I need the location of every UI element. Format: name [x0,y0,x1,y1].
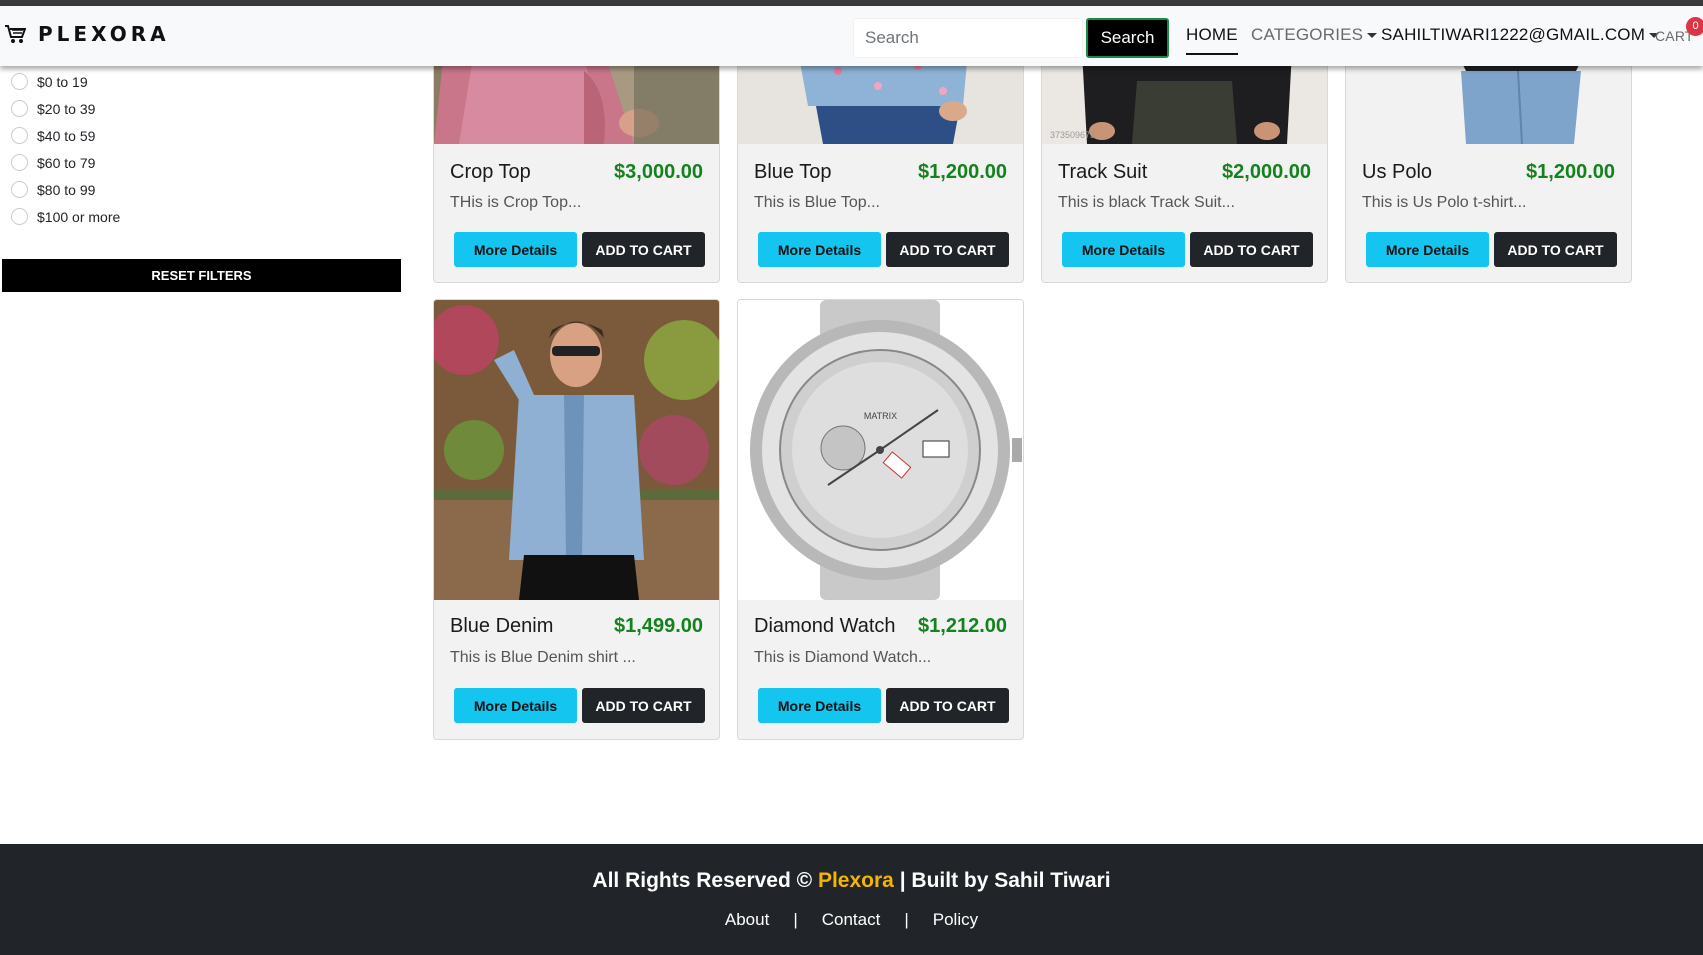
product-description: THis is Crop Top... [450,194,582,211]
price-filter-label: $60 to 79 [37,154,96,171]
nav-user-dropdown[interactable]: SAHILTIWARI1222@GMAIL.COM [1381,25,1660,45]
add-to-cart-button[interactable]: ADD TO CART [582,688,705,723]
price-filter-option[interactable]: $0 to 19 [11,73,88,90]
price-filter-option[interactable]: $40 to 59 [11,127,95,144]
nav-user-label: SAHILTIWARI1222@GMAIL.COM [1381,25,1646,44]
more-details-button[interactable]: More Details [1062,232,1185,267]
product-name: Us Polo [1362,161,1433,183]
search-input[interactable] [853,18,1083,58]
footer-link-policy[interactable]: Policy [933,910,978,929]
product-description: This is Blue Denim shirt ... [450,649,636,666]
product-name: Blue Denim [450,615,554,637]
product-name: Blue Top [754,161,832,183]
product-price: $2,000.00 [1222,161,1311,183]
more-details-button[interactable]: More Details [454,688,577,723]
price-filter-option[interactable]: $20 to 39 [11,100,95,117]
product-description: This is Us Polo t-shirt... [1362,194,1527,211]
product-price: $1,212.00 [918,615,1007,637]
search-button[interactable]: Search [1086,18,1169,58]
radio-button[interactable] [11,73,28,90]
price-filter-label: $0 to 19 [37,73,88,90]
add-to-cart-button[interactable]: ADD TO CART [1190,232,1313,267]
product-card: Blue Denim $1,499.00 This is Blue Denim … [433,299,720,740]
footer-copyright-text: All Rights Reserved © [592,869,813,892]
price-filter-label: $80 to 99 [37,181,96,198]
product-card: Crop Top $3,000.00 THis is Crop Top... M… [433,50,720,283]
footer-separator: | [793,910,798,929]
price-filter-option[interactable]: $100 or more [11,208,120,225]
add-to-cart-button[interactable]: ADD TO CART [886,688,1009,723]
footer-copyright: All Rights Reserved © Plexora | Built by… [0,869,1703,893]
image-watermark-text: 373509673 [1050,130,1096,140]
more-details-button[interactable]: More Details [758,232,881,267]
watch-brand-text: MATRIX [863,411,898,421]
product-card: MATRIX Diamond Watch $1,212.00 This is D… [737,299,1024,740]
more-details-button[interactable]: More Details [1366,232,1489,267]
product-name: Diamond Watch [754,615,896,637]
footer-brand: Plexora [817,869,894,892]
product-description: This is Diamond Watch... [754,649,932,666]
product-name: Crop Top [450,161,531,183]
price-filter-label: $20 to 39 [37,100,96,117]
footer-link-contact[interactable]: Contact [822,910,881,929]
nav-categories-label: CATEGORIES [1251,25,1364,44]
footer-separator: | [904,910,909,929]
more-details-button[interactable]: More Details [758,688,881,723]
radio-button[interactable] [11,127,28,144]
add-to-cart-button[interactable]: ADD TO CART [1494,232,1617,267]
reset-filters-button[interactable]: RESET FILTERS [2,259,401,292]
product-price: $1,499.00 [614,615,703,637]
price-filter-label: $100 or more [37,208,121,225]
radio-button[interactable] [11,181,28,198]
price-filter-label: $40 to 59 [37,127,96,144]
product-card: Blue Top $1,200.00 This is Blue Top... M… [737,50,1024,283]
product-image [434,300,719,600]
price-filter-option[interactable]: $60 to 79 [11,154,95,171]
brand[interactable]: PLEXORA [4,22,170,46]
nav-categories-dropdown[interactable]: CATEGORIES [1251,25,1378,45]
nav-home-link[interactable]: HOME [1186,25,1238,55]
more-details-button[interactable]: More Details [454,232,577,267]
product-card: 373509673 Track Suit $2,000.00 This is b… [1041,50,1328,283]
navbar: PLEXORA Search HOME CATEGORIES SAHILTIWA… [0,6,1703,66]
caret-down-icon [1367,33,1378,39]
cart-count-badge: 0 [1686,17,1703,36]
radio-button[interactable] [11,208,28,225]
product-price: $1,200.00 [1526,161,1615,183]
product-image: MATRIX [738,300,1023,600]
radio-button[interactable] [11,154,28,171]
footer-link-about[interactable]: About [725,910,769,929]
product-price: $3,000.00 [614,161,703,183]
shopping-cart-icon [4,23,26,45]
product-name: Track Suit [1058,161,1148,183]
product-card: Us Polo $1,200.00 This is Us Polo t-shir… [1345,50,1632,283]
product-description: This is black Track Suit... [1058,194,1235,211]
footer-links: About | Contact | Policy [0,910,1703,930]
footer-author: | Built by Sahil Tiwari [899,869,1111,892]
add-to-cart-button[interactable]: ADD TO CART [886,232,1009,267]
product-price: $1,200.00 [918,161,1007,183]
add-to-cart-button[interactable]: ADD TO CART [582,232,705,267]
brand-name: PLEXORA [38,22,170,46]
product-description: This is Blue Top... [754,194,880,211]
price-filter-option[interactable]: $80 to 99 [11,181,95,198]
radio-button[interactable] [11,100,28,117]
footer: All Rights Reserved © Plexora | Built by… [0,844,1703,955]
